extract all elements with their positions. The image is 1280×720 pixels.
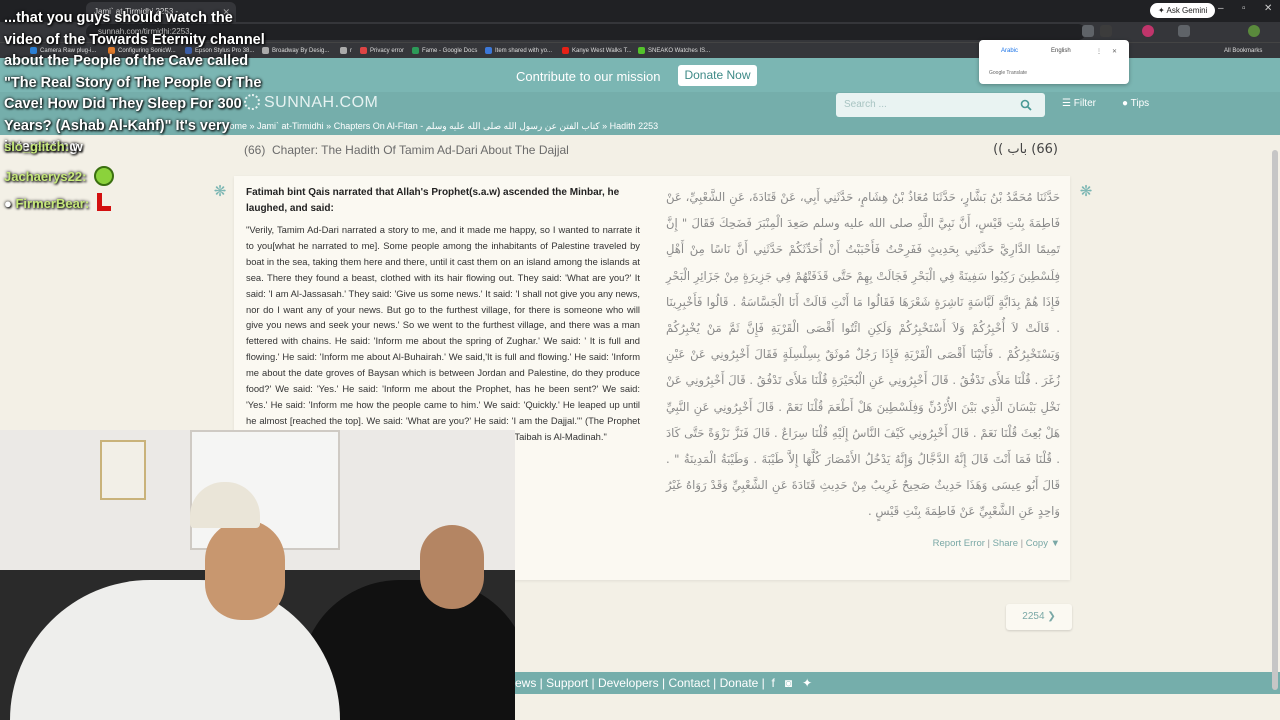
person-right-head <box>420 525 484 609</box>
hadith-arabic-text: حَدَّثَنَا مُحَمَّدُ بْنُ بَشَّارٍ، حَدَ… <box>666 190 1060 519</box>
stream-overlay-text: ...that you guys should watch the video … <box>4 10 265 155</box>
breadcrumb[interactable]: Home » Jami` at-Tirmidhi » Chapters On A… <box>223 121 658 132</box>
bookmark[interactable]: Privacy error <box>360 45 404 57</box>
instagram-icon[interactable]: ◙ <box>785 676 792 690</box>
bookmark[interactable]: Item shared with yo... <box>485 45 552 57</box>
badge-icon: ● <box>4 196 12 211</box>
ornament-icon: ❋ <box>213 183 227 200</box>
donate-now-button[interactable]: Donate Now <box>678 65 757 86</box>
all-bookmarks[interactable]: All Bookmarks <box>1224 45 1262 57</box>
chat-username: Jachaerys22: <box>4 169 87 184</box>
bookmark[interactable]: Kanye West Walks T... <box>562 45 632 57</box>
minimize-icon[interactable]: – <box>1218 3 1224 14</box>
footer-link-support[interactable]: Support <box>546 676 588 690</box>
person-left-head <box>205 520 285 620</box>
search-button[interactable] <box>1007 93 1045 117</box>
wall-plaque <box>100 440 146 500</box>
chat-username: FirmerBear: <box>15 196 90 211</box>
footer-links: ews | Support | Developers | Contact | D… <box>515 676 813 690</box>
footer-link-news[interactable]: ews <box>515 676 536 690</box>
bookmark[interactable]: SNEAKO Watches IS... <box>638 45 710 57</box>
translate-source-lang[interactable]: Arabic <box>1001 48 1018 54</box>
ask-gemini-button[interactable]: ✦ Ask Gemini <box>1150 3 1216 18</box>
extension-icon[interactable] <box>1082 25 1094 37</box>
webcam-feed <box>0 430 515 720</box>
report-error-link[interactable]: Report Error <box>933 538 985 549</box>
chat-message: Jachaerys22: <box>4 166 115 186</box>
next-hadith-button[interactable]: 2254 ❯ <box>1006 604 1072 630</box>
search-input[interactable]: Search ... <box>836 93 1007 117</box>
filter-icon: ☰ <box>1062 98 1074 109</box>
close-icon[interactable]: ✕ <box>1112 48 1117 55</box>
chapter-title-ar: (66) باب )) <box>993 142 1058 157</box>
chat-message: ● FirmerBear: <box>4 193 111 211</box>
bookmark[interactable]: Fame - Google Docs <box>412 45 477 57</box>
twitter-icon[interactable]: ✦ <box>802 676 812 690</box>
chat-text: w <box>72 139 83 154</box>
ornament-icon: ❋ <box>1079 183 1093 200</box>
footer-link-contact[interactable]: Contact <box>668 676 709 690</box>
chapter-title-en: (66) Chapter: The Hadith Of Tamim Ad-Dar… <box>244 143 569 157</box>
translate-target-lang[interactable]: English <box>1051 48 1071 54</box>
window-close-icon[interactable]: ✕ <box>1264 3 1272 14</box>
search-icon <box>1020 99 1032 111</box>
facebook-icon[interactable]: f <box>771 676 774 690</box>
copy-dropdown[interactable]: Copy ▼ <box>1026 538 1060 549</box>
page-scrollbar[interactable] <box>1272 150 1278 690</box>
footer-link-donate[interactable]: Donate <box>720 676 759 690</box>
tips-button[interactable]: ● Tips <box>1122 98 1149 109</box>
screen: Jami` at-Tirmidhi 2253 - ... ✕ – ▫ ✕ sun… <box>0 0 1280 720</box>
filter-button[interactable]: ☰ Filter <box>1062 98 1096 109</box>
translate-footer: Google Translate <box>989 70 1028 76</box>
emote-icon <box>94 166 115 186</box>
translate-popup: Arabic English ⋮ ✕ Google Translate <box>979 40 1129 84</box>
more-icon[interactable]: ⋮ <box>1096 48 1102 55</box>
extension-icon[interactable] <box>1142 25 1154 37</box>
avatar[interactable] <box>1248 25 1260 37</box>
chat-username: slo_glitch: <box>4 139 70 154</box>
bookmark[interactable]: r <box>340 45 352 57</box>
hadith-narrator: Fatimah bint Qais narrated that Allah's … <box>246 187 620 214</box>
maximize-icon[interactable]: ▫ <box>1242 3 1246 14</box>
chat-message: slo_glitch: w <box>4 139 83 154</box>
share-link[interactable]: Share <box>993 538 1018 549</box>
puzzle-icon[interactable] <box>1178 25 1190 37</box>
emote-icon <box>96 193 111 211</box>
bookmark[interactable]: Broadway By Desig... <box>262 45 329 57</box>
hadith-actions: Report Error | Share | Copy ▼ <box>932 538 1060 549</box>
zoom-icon[interactable] <box>1100 25 1112 37</box>
lightbulb-icon: ● <box>1122 98 1131 109</box>
chapter-heading: (66) Chapter: The Hadith Of Tamim Ad-Dar… <box>234 138 1070 164</box>
footer-link-developers[interactable]: Developers <box>598 676 659 690</box>
site-footer: ews | Support | Developers | Contact | D… <box>515 672 1280 694</box>
contribute-text: Contribute to our mission <box>516 69 661 84</box>
hadith-english-text: "Verily, Tamim Ad-Dari narrated a story … <box>246 224 640 442</box>
